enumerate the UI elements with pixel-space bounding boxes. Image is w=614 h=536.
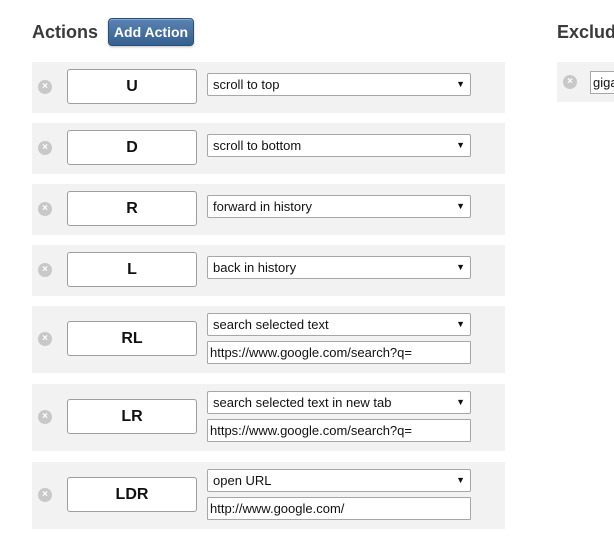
exclusion-row: × giga [557,62,614,102]
action-select-value: open URL [213,473,272,488]
action-select-value: back in history [213,260,297,275]
url-input[interactable]: http://www.google.com/ [207,497,471,520]
actions-heading: Actions [32,22,99,42]
chevron-down-icon: ▼ [456,319,465,329]
remove-icon[interactable]: × [38,80,52,94]
exclusions-heading: Exclud [557,22,614,42]
action-select[interactable]: scroll to bottom ▼ [207,134,471,157]
gesture-input[interactable]: U [67,69,197,104]
chevron-down-icon: ▼ [456,140,465,150]
add-action-button[interactable]: Add Action [108,18,194,46]
action-row: × RL search selected text ▼ https://www.… [32,306,505,373]
action-select[interactable]: search selected text in new tab ▼ [207,391,471,414]
action-select-value: scroll to top [213,77,280,92]
chevron-down-icon: ▼ [456,201,465,211]
remove-icon[interactable]: × [38,263,52,277]
gesture-input[interactable]: R [67,191,197,226]
chevron-down-icon: ▼ [456,475,465,485]
gesture-input[interactable]: RL [67,321,197,356]
gesture-input[interactable]: D [67,130,197,165]
remove-icon[interactable]: × [38,332,52,346]
remove-icon[interactable]: × [38,141,52,155]
exclusion-input[interactable]: giga [590,71,614,94]
action-row: × LDR open URL ▼ http://www.google.com/ [32,462,505,529]
gesture-input[interactable]: L [67,252,197,287]
chevron-down-icon: ▼ [456,397,465,407]
action-row: × U scroll to top ▼ [32,62,505,113]
action-select-value: forward in history [213,199,312,214]
action-select-value: search selected text in new tab [213,395,392,410]
chevron-down-icon: ▼ [456,262,465,272]
gesture-input[interactable]: LDR [67,477,197,512]
remove-icon[interactable]: × [38,410,52,424]
url-input[interactable]: https://www.google.com/search?q= [207,419,471,442]
action-row: × D scroll to bottom ▼ [32,123,505,174]
remove-icon[interactable]: × [38,488,52,502]
action-select[interactable]: back in history ▼ [207,256,471,279]
action-select[interactable]: open URL ▼ [207,469,471,492]
remove-icon[interactable]: × [38,202,52,216]
chevron-down-icon: ▼ [456,79,465,89]
gesture-input[interactable]: LR [67,399,197,434]
action-select-value: search selected text [213,317,329,332]
action-row: × LR search selected text in new tab ▼ h… [32,384,505,451]
action-row: × L back in history ▼ [32,245,505,296]
action-select-value: scroll to bottom [213,138,302,153]
remove-icon[interactable]: × [563,75,577,89]
action-select[interactable]: search selected text ▼ [207,313,471,336]
action-row: × R forward in history ▼ [32,184,505,235]
action-select[interactable]: forward in history ▼ [207,195,471,218]
action-select[interactable]: scroll to top ▼ [207,73,471,96]
url-input[interactable]: https://www.google.com/search?q= [207,341,471,364]
